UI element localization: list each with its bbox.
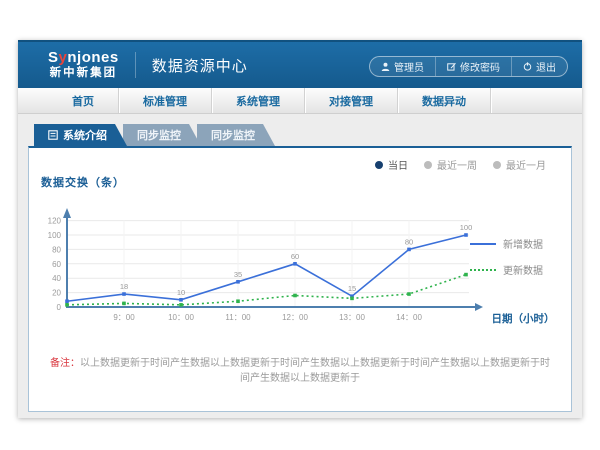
change-password-button[interactable]: 修改密码 bbox=[435, 57, 511, 76]
y-tick-label: 20 bbox=[52, 289, 61, 298]
legend-updated-data: 更新数据 bbox=[470, 262, 543, 277]
nav-item-integration[interactable]: 对接管理 bbox=[305, 88, 398, 113]
data-point bbox=[65, 303, 69, 307]
nav-item-home[interactable]: 首页 bbox=[48, 88, 119, 113]
data-point bbox=[65, 299, 69, 303]
chart-legend: 新增数据 更新数据 bbox=[470, 236, 543, 277]
app-title: 数据资源中心 bbox=[152, 55, 248, 76]
nav-item-standards[interactable]: 标准管理 bbox=[119, 88, 212, 113]
data-point bbox=[350, 297, 354, 301]
brand-logo-accent: y bbox=[59, 49, 68, 66]
y-tick-label: 100 bbox=[48, 231, 62, 240]
x-axis-arrow bbox=[475, 303, 483, 311]
y-tick-label: 40 bbox=[52, 274, 61, 283]
y-axis-title: 数据交换（条） bbox=[41, 174, 125, 190]
filter-last-week[interactable]: 最近一周 bbox=[424, 157, 477, 172]
data-point bbox=[293, 294, 297, 298]
logout-label: 退出 bbox=[536, 59, 556, 74]
content-area: 系统介绍 同步监控 同步监控 当日 最近一周 bbox=[18, 114, 582, 418]
admin-button[interactable]: 管理员 bbox=[370, 57, 435, 76]
data-point bbox=[407, 292, 411, 296]
x-tick-label: 12：00 bbox=[282, 313, 308, 322]
y-tick-label: 0 bbox=[57, 303, 62, 312]
footnote-prefix: 备注： bbox=[50, 358, 80, 369]
filter-label: 最近一周 bbox=[437, 157, 477, 172]
footnote-text: 以上数据更新于时间产生数据以上数据更新于时间产生数据以上数据更新于时间产生数据以… bbox=[80, 358, 550, 384]
point-label: 10 bbox=[177, 288, 185, 297]
data-point bbox=[293, 262, 297, 266]
legend-new-data: 新增数据 bbox=[470, 236, 543, 251]
user-icon bbox=[381, 62, 390, 71]
legend-line-solid bbox=[470, 243, 496, 245]
data-point bbox=[179, 303, 183, 307]
x-tick-label: 10：00 bbox=[168, 313, 194, 322]
brand-logo-cn: 新中新集团 bbox=[48, 67, 119, 80]
radio-dot bbox=[424, 161, 432, 169]
tab-sync-monitor-1[interactable]: 同步监控 bbox=[123, 124, 201, 146]
page-frame: Synjones 新中新集团 数据资源中心 管理员 修改密码 bbox=[18, 40, 582, 418]
data-point bbox=[236, 280, 240, 284]
filter-label: 最近一月 bbox=[506, 157, 546, 172]
main-nav: 首页 标准管理 系统管理 对接管理 数据异动 bbox=[18, 88, 582, 114]
tab-label: 同步监控 bbox=[137, 127, 181, 143]
user-toolbar: 管理员 修改密码 退出 bbox=[369, 56, 568, 77]
x-tick-label: 14：00 bbox=[396, 313, 422, 322]
y-axis-arrow bbox=[63, 208, 71, 218]
edit-icon bbox=[447, 62, 456, 71]
nav-item-system[interactable]: 系统管理 bbox=[212, 88, 305, 113]
point-label: 100 bbox=[460, 223, 473, 232]
x-tick-label: 9：00 bbox=[113, 313, 135, 322]
logout-button[interactable]: 退出 bbox=[511, 57, 567, 76]
data-point bbox=[179, 298, 183, 302]
radio-dot bbox=[493, 161, 501, 169]
data-point bbox=[464, 273, 468, 277]
tab-sync-monitor-2[interactable]: 同步监控 bbox=[197, 124, 275, 146]
y-tick-label: 60 bbox=[52, 260, 61, 269]
tab-label: 系统介绍 bbox=[63, 127, 107, 143]
legend-label: 更新数据 bbox=[503, 262, 543, 277]
filter-last-month[interactable]: 最近一月 bbox=[493, 157, 546, 172]
point-label: 60 bbox=[291, 252, 299, 261]
legend-line-dotted bbox=[470, 269, 496, 271]
tab-bar: 系统介绍 同步监控 同步监控 bbox=[34, 124, 582, 146]
point-label: 35 bbox=[234, 270, 242, 279]
tab-label: 同步监控 bbox=[211, 127, 255, 143]
brand-logo: Synjones 新中新集团 bbox=[48, 50, 119, 79]
data-point bbox=[407, 248, 411, 252]
change-password-label: 修改密码 bbox=[460, 59, 500, 74]
data-point bbox=[122, 302, 126, 306]
admin-label: 管理员 bbox=[394, 59, 424, 74]
filter-today[interactable]: 当日 bbox=[375, 157, 408, 172]
point-label: 15 bbox=[348, 284, 356, 293]
header-divider bbox=[135, 52, 136, 78]
data-point bbox=[122, 292, 126, 296]
x-axis-title: 日期（小时） bbox=[492, 312, 555, 325]
data-point bbox=[236, 299, 240, 303]
nav-item-data-change[interactable]: 数据异动 bbox=[398, 88, 491, 113]
legend-label: 新增数据 bbox=[503, 236, 543, 251]
data-point bbox=[464, 233, 468, 237]
radio-dot bbox=[375, 161, 383, 169]
power-icon bbox=[523, 62, 532, 71]
tab-system-intro[interactable]: 系统介绍 bbox=[34, 124, 127, 146]
brand-logo-en: Synjones bbox=[48, 50, 119, 67]
y-tick-label: 120 bbox=[48, 217, 62, 226]
document-icon bbox=[48, 130, 58, 140]
x-tick-label: 13：00 bbox=[339, 313, 365, 322]
filter-label: 当日 bbox=[388, 157, 408, 172]
time-range-filters: 当日 最近一周 最近一月 bbox=[375, 157, 546, 172]
x-tick-label: 11：00 bbox=[225, 313, 251, 322]
point-label: 18 bbox=[120, 282, 128, 291]
chart-panel: 当日 最近一周 最近一月 数据交换（条） 0 20 40 60 80 100 120 9：00… bbox=[28, 146, 572, 412]
point-label: 80 bbox=[405, 237, 413, 246]
y-tick-label: 80 bbox=[52, 245, 61, 254]
footnote: 备注：以上数据更新于时间产生数据以上数据更新于时间产生数据以上数据更新于时间产生… bbox=[29, 354, 571, 384]
app-header: Synjones 新中新集团 数据资源中心 管理员 修改密码 bbox=[18, 40, 582, 88]
